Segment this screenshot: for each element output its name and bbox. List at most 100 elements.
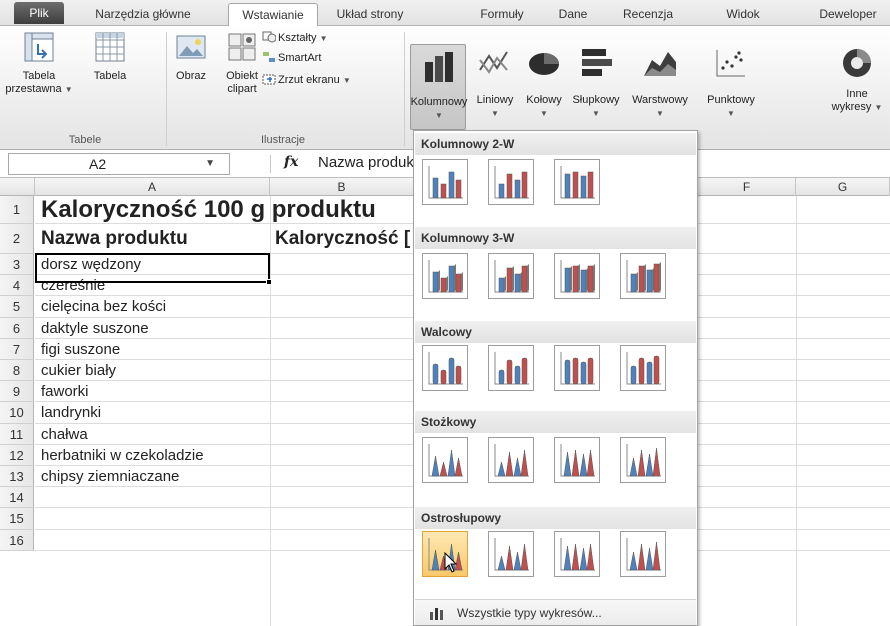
area-chart-icon	[644, 52, 676, 76]
column-3d-chart-option-3[interactable]	[554, 253, 600, 299]
section-pyramid: Ostrosłupowy	[415, 507, 696, 529]
cone-chart-icon	[494, 444, 529, 477]
cylinder-chart-option-3[interactable]	[554, 345, 600, 391]
select-all-corner[interactable]	[0, 178, 35, 196]
tab-data[interactable]: Dane	[548, 3, 598, 26]
all-chart-types-label: Wszystkie typy wykresów...	[457, 606, 602, 620]
pyramid-chart-icon	[494, 538, 529, 571]
table-button[interactable]: Tabela	[82, 30, 138, 83]
product-name-cell[interactable]: cielęcina bez kości	[41, 296, 166, 316]
cone-chart-option-4[interactable]	[620, 437, 666, 483]
section-cylinder: Walcowy	[415, 321, 696, 343]
fill-handle[interactable]	[266, 279, 272, 285]
column-3d-chart-icon	[560, 260, 595, 293]
clipart-button[interactable]: Obiekt clipart	[222, 30, 262, 96]
other-charts-label-1: Inne	[846, 88, 868, 100]
pie-chart-button[interactable]: Kołowy ▼	[520, 46, 568, 120]
column-header-a[interactable]: A	[35, 178, 270, 196]
product-name-cell[interactable]: chipsy ziemniaczane	[41, 466, 179, 486]
tab-insert[interactable]: Wstawianie	[228, 3, 318, 27]
row-header[interactable]: 14	[0, 487, 34, 509]
all-chart-types-link[interactable]: Wszystkie typy wykresów...	[415, 599, 696, 625]
column-header-b[interactable]: B	[270, 178, 414, 196]
row-header[interactable]: 4	[0, 275, 34, 297]
header-cell-a[interactable]: Nazwa produktu	[41, 224, 188, 253]
product-name-cell[interactable]: landrynki	[41, 402, 101, 422]
column-3d-chart-option-1[interactable]	[422, 253, 468, 299]
product-name-cell[interactable]: daktyle suszone	[41, 318, 149, 338]
sheet-title-cell[interactable]: Kaloryczność 100 g produktu	[41, 196, 376, 223]
pyramid-chart-option-2[interactable]	[488, 531, 534, 577]
bar-chart-label: Słupkowy	[572, 94, 620, 106]
line-chart-button[interactable]: Liniowy ▼	[470, 46, 520, 120]
scatter-chart-button[interactable]: Punktowy ▼	[698, 46, 764, 120]
column-2d-chart-option-2[interactable]	[488, 159, 534, 205]
pie-chart-label: Kołowy	[526, 94, 562, 106]
row-header[interactable]: 9	[0, 381, 34, 403]
tab-page-layout[interactable]: Układ strony	[326, 3, 414, 26]
cylinder-chart-option-1[interactable]	[422, 345, 468, 391]
product-name-cell[interactable]: figi suszone	[41, 339, 120, 359]
pyramid-chart-option-3[interactable]	[554, 531, 600, 577]
row-header[interactable]: 5	[0, 296, 34, 318]
column-3d-chart-option-4[interactable]	[620, 253, 666, 299]
row-header[interactable]: 3	[0, 254, 34, 276]
tab-file[interactable]: Plik	[14, 2, 64, 24]
row-header[interactable]: 6	[0, 317, 34, 339]
screenshot-button[interactable]: Zrzut ekranu ▼	[262, 72, 351, 88]
column-2d-chart-icon	[560, 166, 595, 199]
product-name-cell[interactable]: cukier biały	[41, 360, 116, 380]
name-box[interactable]: A2 ▼	[8, 153, 230, 175]
smartart-button[interactable]: SmartArt	[262, 50, 321, 66]
tab-home[interactable]: Narzędzia główne	[80, 3, 206, 26]
other-charts-button[interactable]: Inne wykresy ▼	[826, 46, 888, 114]
tab-review[interactable]: Recenzja	[616, 3, 680, 26]
pivot-table-button[interactable]: Tabela przestawna ▼	[4, 30, 74, 96]
cylinder-chart-option-2[interactable]	[488, 345, 534, 391]
cylinder-chart-option-4[interactable]	[620, 345, 666, 391]
row-header[interactable]: 16	[0, 529, 34, 551]
column-3d-chart-option-2[interactable]	[488, 253, 534, 299]
column-header-g[interactable]: G	[796, 178, 890, 196]
pie-chart-icon	[529, 53, 559, 75]
row-header[interactable]: 8	[0, 360, 34, 382]
row-header[interactable]: 12	[0, 444, 34, 466]
pyramid-chart-option-4[interactable]	[620, 531, 666, 577]
column-2d-chart-option-1[interactable]	[422, 159, 468, 205]
cone-chart-option-1[interactable]	[422, 437, 468, 483]
tab-view[interactable]: Widok	[718, 3, 768, 26]
other-charts-label-2: wykresy ▼	[831, 101, 883, 113]
row-header[interactable]: 13	[0, 466, 34, 488]
product-name-cell[interactable]: herbatniki w czekoladzie	[41, 445, 204, 465]
picture-button[interactable]: Obraz	[170, 30, 212, 83]
cone-chart-option-2[interactable]	[488, 437, 534, 483]
chevron-down-icon[interactable]: ▼	[205, 154, 215, 174]
selected-cell-a2[interactable]	[35, 253, 272, 285]
column-2d-chart-option-3[interactable]	[554, 159, 600, 205]
tab-formulas[interactable]: Formuły	[472, 3, 532, 26]
tab-developer[interactable]: Deweloper	[808, 3, 888, 26]
picture-label: Obraz	[176, 70, 206, 82]
pivot-label-2: przestawna ▼	[5, 83, 73, 95]
shapes-button[interactable]: Kształty ▼	[262, 30, 328, 46]
column-header-f[interactable]: F	[698, 178, 796, 196]
row-header[interactable]: 10	[0, 402, 34, 424]
cone-chart-option-3[interactable]	[554, 437, 600, 483]
header-cell-b[interactable]: Kaloryczność [	[275, 224, 410, 253]
insert-function-icon[interactable]: fx	[284, 154, 298, 170]
area-chart-button[interactable]: Warstwowy ▼	[624, 46, 696, 120]
scatter-chart-label: Punktowy	[707, 94, 755, 106]
row-header[interactable]: 15	[0, 508, 34, 530]
bar-chart-button[interactable]: Słupkowy ▼	[568, 46, 624, 120]
column-3d-chart-icon	[494, 260, 529, 293]
group-separator	[404, 32, 405, 146]
section-column-2d: Kolumnowy 2-W	[415, 133, 696, 155]
row-header[interactable]: 11	[0, 423, 34, 445]
row-header[interactable]: 7	[0, 338, 34, 360]
row-header[interactable]: 1	[0, 196, 34, 224]
row-header[interactable]: 2	[0, 224, 34, 254]
formula-content[interactable]: Nazwa produktu	[318, 154, 428, 171]
product-name-cell[interactable]: faworki	[41, 381, 89, 401]
product-name-cell[interactable]: chałwa	[41, 424, 88, 444]
column-chart-button[interactable]: Kolumnowy ▼	[410, 50, 468, 122]
